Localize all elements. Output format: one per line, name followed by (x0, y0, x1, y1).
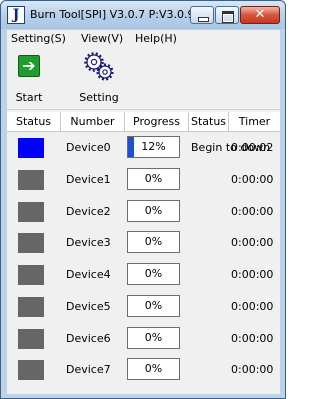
menu-view[interactable]: View(V) (81, 32, 123, 45)
device-table: Status Number Progress Status Timer Devi… (7, 112, 280, 394)
status-indicator (18, 360, 44, 381)
table-row[interactable]: Device6 0% 0:00:00 (7, 324, 280, 355)
device-number: Device0 (66, 141, 111, 154)
column-header-number[interactable]: Number (61, 112, 125, 132)
start-label: Start (15, 91, 43, 104)
column-header-status[interactable]: Status (7, 112, 61, 132)
progress-bar: 0% (127, 326, 180, 349)
progress-bar: 12% (127, 136, 180, 158)
status-indicator (18, 201, 44, 222)
progress-label: 0% (144, 203, 163, 217)
app-window: J Burn Tool[SPI] V3.0.7 P:V3.0.9 ✕ Setti… (0, 0, 286, 399)
device-timer: 0:00:00 (231, 331, 274, 345)
app-logo-icon: J (7, 6, 25, 24)
close-icon: ✕ (254, 7, 266, 22)
start-button[interactable]: Start (9, 48, 49, 108)
progress-label: 0% (144, 171, 163, 185)
device-timer: 0:00:00 (231, 172, 274, 186)
device-number: Device7 (66, 363, 111, 377)
device-timer: 0:00:00 (231, 268, 274, 281)
progress-label: 0% (144, 362, 163, 376)
progress-label: 12% (141, 140, 166, 153)
table-header: Status Number Progress Status Timer (7, 112, 280, 132)
menu-bar: Setting(S) View(V) Help(H) (7, 30, 280, 47)
minimize-button[interactable] (190, 6, 214, 24)
status-indicator (18, 169, 44, 190)
device-number: Device4 (66, 268, 111, 281)
status-indicator (18, 296, 44, 317)
progress-bar: 0% (127, 167, 180, 190)
device-timer: 0:00:00 (231, 363, 274, 377)
progress-bar: 0% (127, 263, 180, 285)
progress-bar: 0% (127, 199, 180, 222)
window-title: Burn Tool[SPI] V3.0.7 P:V3.0.9 (30, 8, 195, 21)
table-row[interactable]: Device2 0% 0:00:00 (7, 197, 280, 228)
status-indicator (18, 265, 44, 285)
progress-bar: 0% (127, 231, 180, 254)
setting-button[interactable]: Setting (71, 48, 127, 108)
device-timer: 0:00:02 (231, 141, 274, 154)
device-timer: 0:00:00 (231, 299, 274, 313)
status-indicator (18, 233, 44, 254)
status-indicator (18, 328, 44, 349)
toolbar: Start Setting (7, 48, 280, 110)
title-bar[interactable]: J Burn Tool[SPI] V3.0.7 P:V3.0.9 ✕ (1, 1, 285, 29)
device-number: Device2 (66, 204, 111, 218)
device-timer: 0:00:00 (231, 204, 274, 218)
progress-bar: 0% (127, 358, 180, 381)
table-row[interactable]: Device7 0% 0:00:00 (7, 355, 280, 386)
status-indicator (18, 138, 44, 158)
table-row[interactable]: Device5 0% 0:00:00 (7, 292, 280, 323)
menu-help[interactable]: Help(H) (135, 32, 177, 45)
progress-label: 0% (144, 267, 163, 280)
table-row[interactable]: Device0 12% Begin to down 0:00:02 (7, 133, 280, 164)
column-header-timer[interactable]: Timer (229, 112, 280, 132)
maximize-button[interactable] (215, 6, 239, 24)
progress-label: 0% (144, 330, 163, 344)
progress-label: 0% (144, 298, 163, 312)
column-header-progress[interactable]: Progress (125, 112, 189, 132)
table-row[interactable]: Device4 0% 0:00:00 (7, 260, 280, 291)
device-number: Device6 (66, 331, 111, 345)
progress-label: 0% (144, 235, 163, 249)
table-row[interactable]: Device1 0% 0:00:00 (7, 165, 280, 196)
progress-bar: 0% (127, 294, 180, 317)
device-number: Device3 (66, 236, 111, 250)
device-number: Device1 (66, 172, 111, 186)
start-arrow-icon (18, 55, 40, 77)
setting-label: Setting (79, 91, 119, 104)
table-row[interactable]: Device3 0% 0:00:00 (7, 228, 280, 259)
device-timer: 0:00:00 (231, 236, 274, 250)
close-button[interactable]: ✕ (240, 6, 280, 24)
column-header-state[interactable]: Status (189, 112, 229, 132)
gear-icon (84, 52, 114, 81)
device-number: Device5 (66, 299, 111, 313)
client-area: Setting(S) View(V) Help(H) Start (7, 30, 280, 394)
menu-setting[interactable]: Setting(S) (11, 32, 66, 45)
